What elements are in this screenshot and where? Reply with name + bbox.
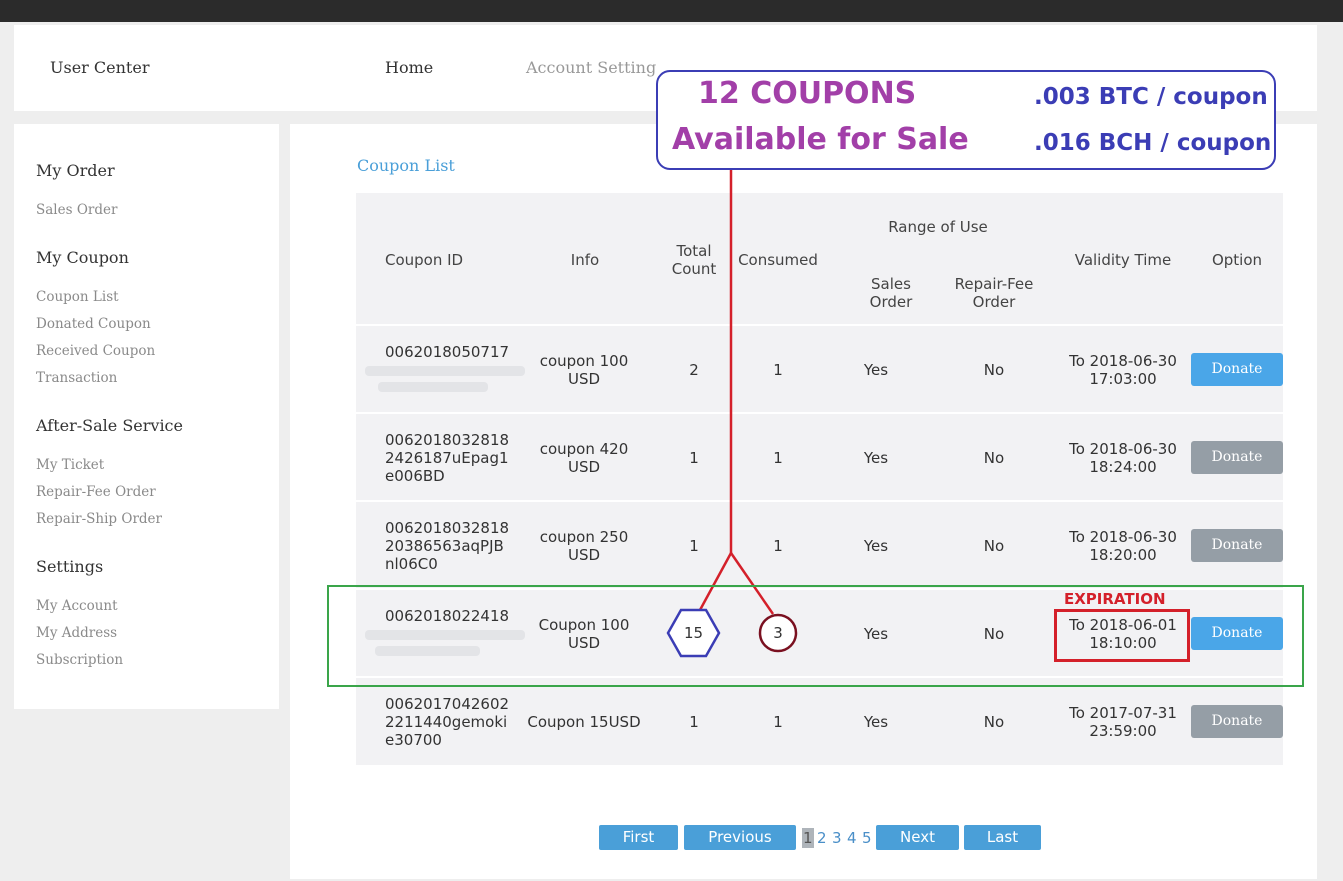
row2-coupon-id-3: e006BD [385, 467, 445, 485]
pagination-next-button[interactable]: Next [876, 825, 959, 850]
expiration-label: EXPIRATION [1064, 590, 1166, 608]
row5-total-count: 1 [689, 713, 699, 731]
pagination-previous-button[interactable]: Previous [684, 825, 796, 850]
page-title: User Center [50, 58, 150, 77]
row1-info-1: coupon 100 [539, 352, 629, 370]
row1-consumed: 1 [773, 361, 783, 379]
annotation-availability: Available for Sale [672, 122, 969, 157]
row2-validity-date: To 2018-06-30 [1069, 440, 1177, 458]
header-total-count-2: Count [671, 260, 717, 278]
row2-info-1: coupon 420 [539, 440, 629, 458]
pagination-page-1[interactable]: 1 [802, 828, 814, 848]
row1-validity-time: 17:03:00 [1089, 370, 1157, 388]
sidebar-item-my-ticket[interactable]: My Ticket [36, 457, 104, 473]
sidebar-section-my-coupon: My Coupon [36, 248, 129, 267]
header-sales-order-2: Order [869, 293, 913, 311]
row2-info-2: USD [567, 458, 601, 476]
pagination-page-2[interactable]: 2 [817, 828, 827, 848]
redacted-id [365, 366, 525, 376]
pagination-last-button[interactable]: Last [964, 825, 1041, 850]
header-repair-fee-2: Order [972, 293, 1016, 311]
pagination-page-5[interactable]: 5 [862, 828, 872, 848]
row-divider [356, 412, 1283, 414]
row5-validity-date: To 2017-07-31 [1069, 704, 1177, 722]
pagination-page-4[interactable]: 4 [847, 828, 857, 848]
row3-consumed: 1 [773, 537, 783, 555]
sidebar-item-my-account[interactable]: My Account [36, 598, 118, 614]
sidebar-item-subscription[interactable]: Subscription [36, 652, 123, 668]
row1-validity-date: To 2018-06-30 [1069, 352, 1177, 370]
sidebar-item-coupon-list[interactable]: Coupon List [36, 289, 119, 305]
row2-repair-fee: No [983, 449, 1005, 467]
row1-sales-order: Yes [863, 361, 889, 379]
row3-repair-fee: No [983, 537, 1005, 555]
row5-consumed: 1 [773, 713, 783, 731]
annotation-coupon-count: 12 COUPONS [698, 76, 917, 111]
row5-sales-order: Yes [863, 713, 889, 731]
row1-repair-fee: No [983, 361, 1005, 379]
row-divider [356, 324, 1283, 326]
sidebar-item-transaction[interactable]: Transaction [36, 370, 117, 386]
sidebar-item-repair-fee-order[interactable]: Repair-Fee Order [36, 484, 156, 500]
row3-coupon-id-3: nl06C0 [385, 555, 438, 573]
header-repair-fee-1: Repair-Fee [954, 275, 1034, 293]
row2-donate-button[interactable]: Donate [1191, 441, 1283, 474]
redacted-id [378, 382, 488, 392]
sidebar-item-my-address[interactable]: My Address [36, 625, 117, 641]
row3-info-2: USD [567, 546, 601, 564]
row5-repair-fee: No [983, 713, 1005, 731]
header-info: Info [570, 251, 600, 269]
header-total-count-1: Total [676, 242, 712, 260]
annotation-btc-price: .003 BTC / coupon [1034, 84, 1268, 110]
row1-info-2: USD [567, 370, 601, 388]
row3-sales-order: Yes [863, 537, 889, 555]
row2-total-count: 1 [689, 449, 699, 467]
row2-sales-order: Yes [863, 449, 889, 467]
row5-validity-time: 23:59:00 [1089, 722, 1157, 740]
row1-coupon-id: 0062018050717 [385, 343, 510, 361]
coupon-list-title: Coupon List [357, 156, 455, 175]
row3-validity-time: 18:20:00 [1089, 546, 1157, 564]
header-sales-order-1: Sales [871, 275, 911, 293]
header-coupon-id: Coupon ID [385, 251, 464, 269]
pagination-first-button[interactable]: First [599, 825, 678, 850]
sidebar-section-my-order: My Order [36, 161, 115, 180]
row-divider [356, 500, 1283, 502]
row1-total-count: 2 [689, 361, 699, 379]
sidebar-item-repair-ship-order[interactable]: Repair-Ship Order [36, 511, 162, 527]
row3-info-1: coupon 250 [539, 528, 629, 546]
row5-coupon-id-3: e30700 [385, 731, 442, 749]
header-validity-time: Validity Time [1074, 251, 1172, 269]
annotation-bch-price: .016 BCH / coupon [1034, 130, 1272, 156]
row3-total-count: 1 [689, 537, 699, 555]
pagination-page-3[interactable]: 3 [832, 828, 842, 848]
row3-coupon-id-2: 20386563aqPJB [385, 537, 504, 555]
row5-coupon-id-2: 2211440gemoki [385, 713, 508, 731]
nav-home-link[interactable]: Home [385, 58, 433, 77]
sidebar-item-donated-coupon[interactable]: Donated Coupon [36, 316, 151, 332]
row3-donate-button[interactable]: Donate [1191, 529, 1283, 562]
row3-validity-date: To 2018-06-30 [1069, 528, 1177, 546]
row5-coupon-id-1: 0062017042602 [385, 695, 510, 713]
sidebar-section-settings: Settings [36, 557, 104, 576]
sidebar-item-received-coupon[interactable]: Received Coupon [36, 343, 155, 359]
row2-coupon-id-1: 0062018032818 [385, 431, 510, 449]
row2-validity-time: 18:24:00 [1089, 458, 1157, 476]
row2-consumed: 1 [773, 449, 783, 467]
header-range-of-use: Range of Use [888, 218, 988, 236]
row3-coupon-id-1: 0062018032818 [385, 519, 510, 537]
row5-donate-button[interactable]: Donate [1191, 705, 1283, 738]
top-bar [0, 0, 1343, 22]
row2-coupon-id-2: 2426187uEpag1 [385, 449, 509, 467]
nav-account-setting-link[interactable]: Account Setting [526, 58, 656, 77]
expiration-highlight-box [1054, 609, 1190, 662]
header-option: Option [1211, 251, 1263, 269]
row1-donate-button[interactable]: Donate [1191, 353, 1283, 386]
sidebar-section-after-sale: After-Sale Service [36, 416, 183, 435]
sidebar-item-sales-order[interactable]: Sales Order [36, 202, 117, 218]
header-consumed: Consumed [738, 251, 818, 269]
row5-info: Coupon 15USD [527, 713, 641, 731]
